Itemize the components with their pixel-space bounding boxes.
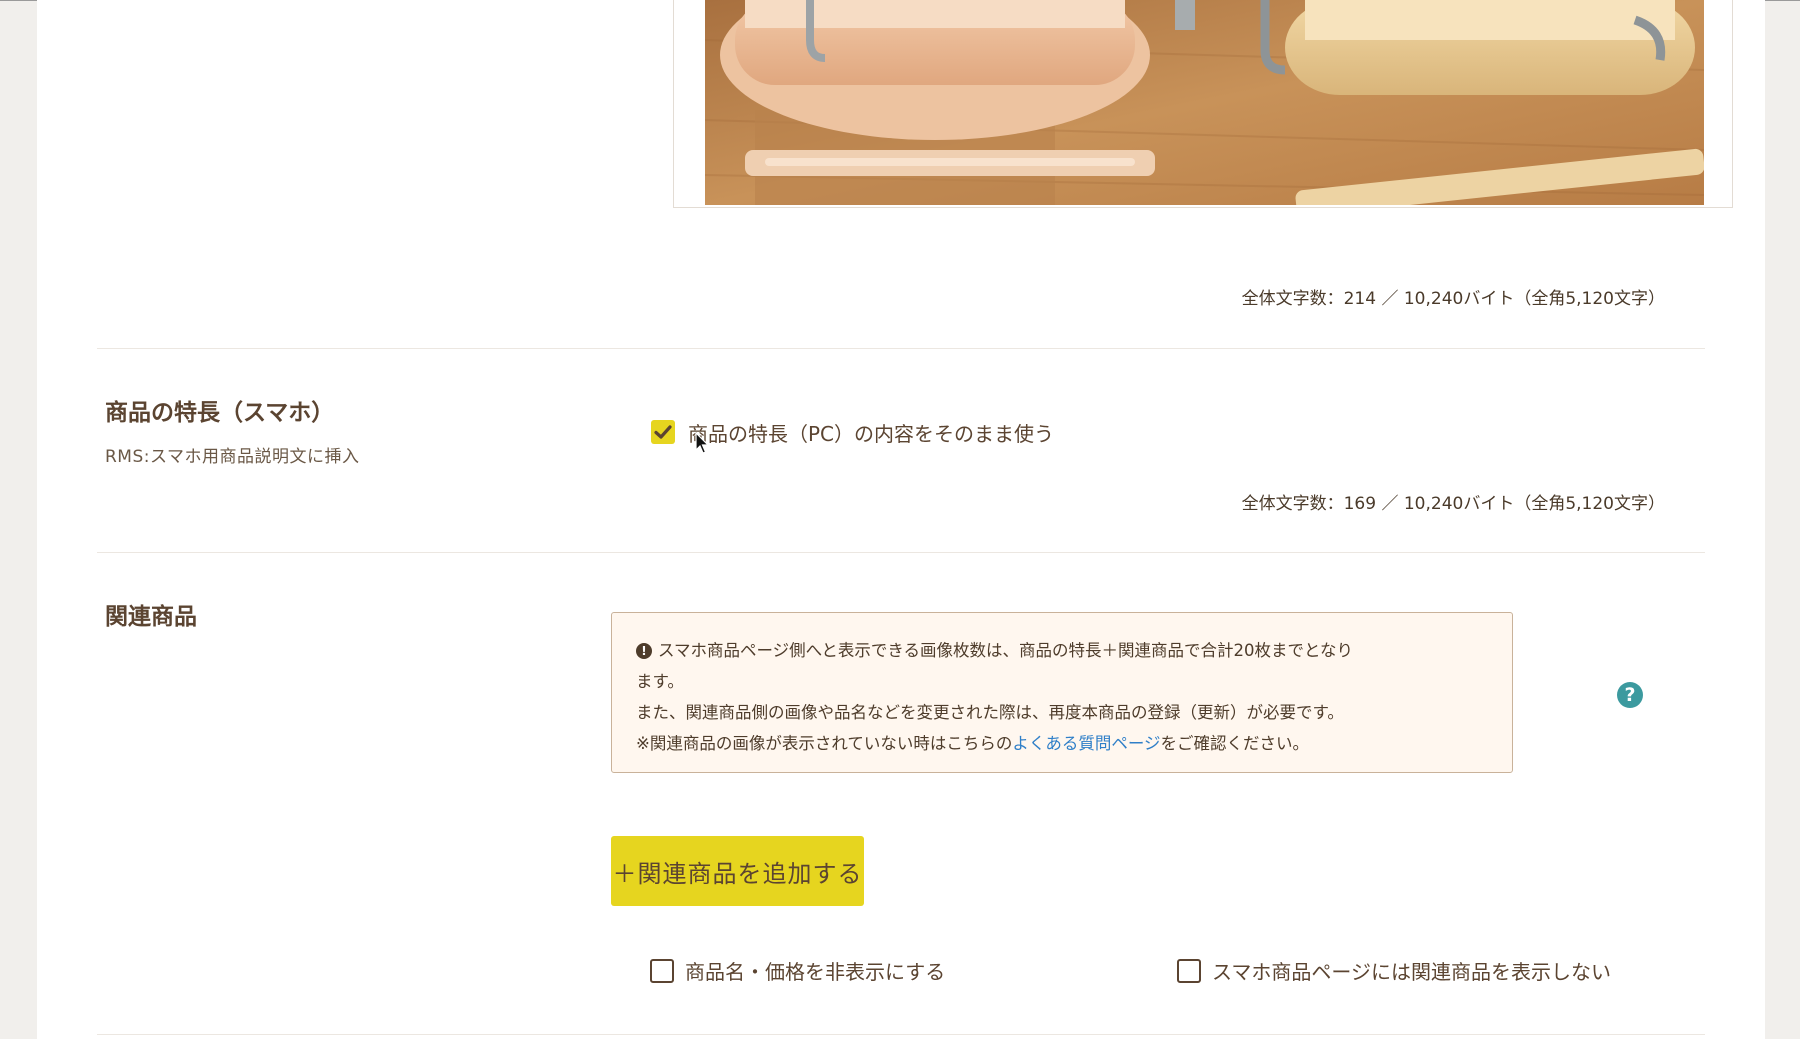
hide-on-sp-checkbox[interactable] (1177, 959, 1201, 983)
use-pc-content-checkbox[interactable] (651, 420, 675, 444)
character-count-sp: 全体文字数：169 ／ 10,240バイト（全角5,120文字） (1241, 494, 1665, 514)
check-icon (654, 425, 672, 439)
section-divider (97, 1034, 1705, 1035)
form-page: 全体文字数：214 ／ 10,240バイト（全角5,120文字） 商品の特長（ス… (37, 0, 1765, 1039)
product-photo (705, 0, 1704, 205)
section-subtitle-feature-sp: RMS:スマホ用商品説明文に挿入 (105, 447, 360, 467)
product-image-preview (673, 0, 1733, 208)
section-title-related: 関連商品 (105, 604, 197, 630)
add-related-product-button[interactable]: ＋関連商品を追加する (611, 836, 864, 906)
notice-line-1: スマホ商品ページ側へと表示できる画像枚数は、商品の特長＋関連商品で合計20枚まで… (658, 641, 1354, 660)
warning-icon: ! (636, 643, 652, 659)
section-divider (97, 552, 1705, 553)
help-icon[interactable]: ? (1617, 682, 1643, 708)
section-title-feature-sp: 商品の特長（スマホ） (105, 400, 335, 426)
notice-line-4-suffix: をご確認ください。 (1160, 734, 1310, 753)
related-notice-box: ! スマホ商品ページ側へと表示できる画像枚数は、商品の特長＋関連商品で合計20枚ま… (611, 612, 1513, 773)
cursor-icon (695, 432, 710, 454)
character-count-pc: 全体文字数：214 ／ 10,240バイト（全角5,120文字） (1241, 289, 1665, 309)
use-pc-content-label[interactable]: 商品の特長（PC）の内容をそのまま使う (688, 418, 1054, 447)
hide-name-price-label[interactable]: 商品名・価格を非表示にする (685, 956, 945, 985)
notice-line-2: ます。 (636, 672, 684, 691)
notice-line-3: また、関連商品側の画像や品名などを変更された際は、再度本商品の登録（更新）が必要… (636, 703, 1344, 722)
hide-name-price-checkbox[interactable] (650, 959, 674, 983)
faq-link[interactable]: よくある質問ページ (1012, 734, 1160, 753)
notice-line-4-prefix: ※関連商品の画像が表示されていない時はこちらの (636, 734, 1013, 753)
section-divider (97, 348, 1705, 349)
hide-on-sp-label[interactable]: スマホ商品ページには関連商品を表示しない (1212, 956, 1611, 985)
